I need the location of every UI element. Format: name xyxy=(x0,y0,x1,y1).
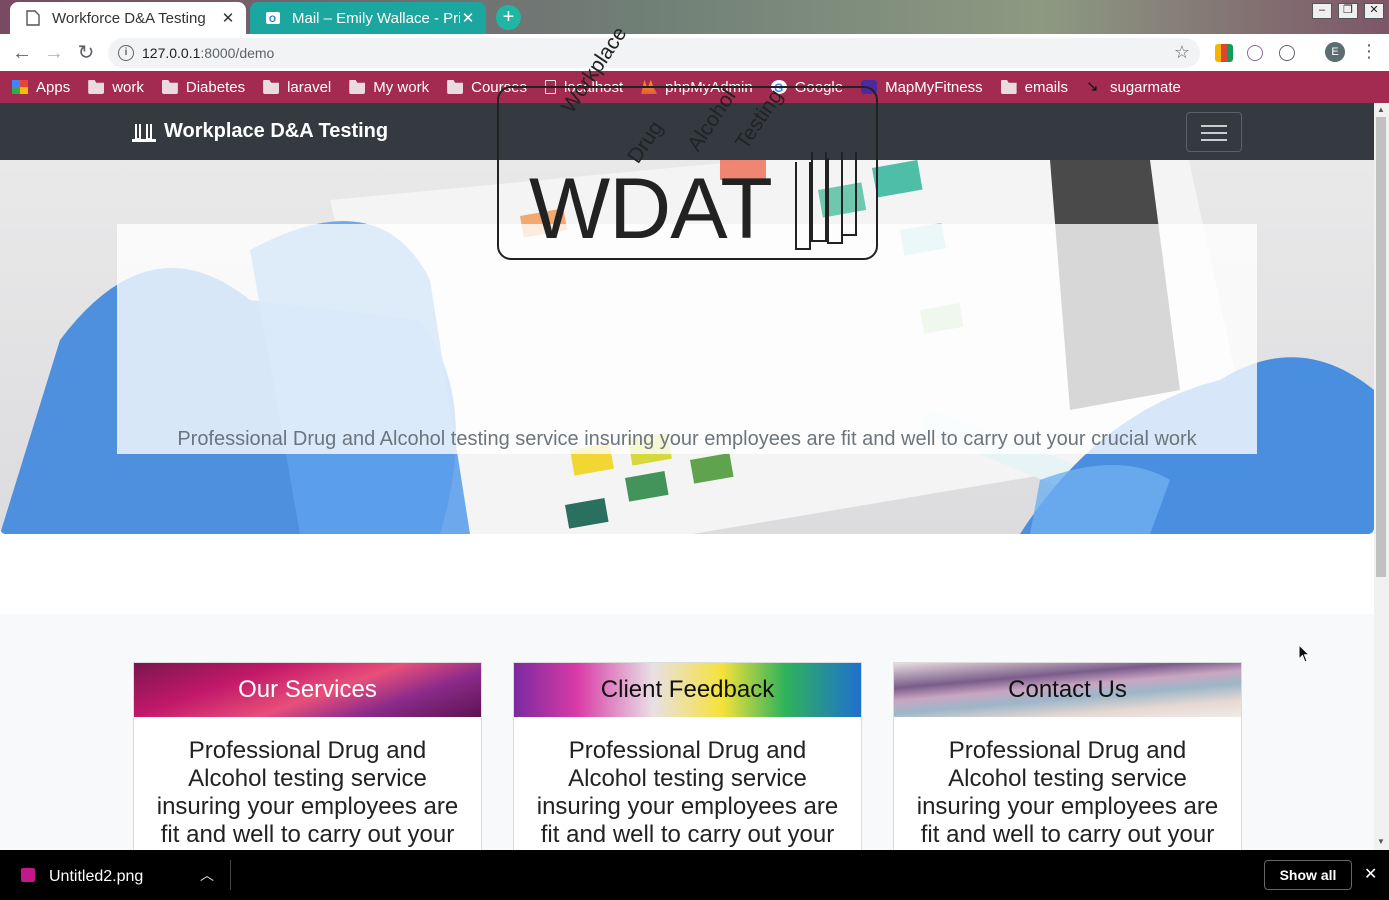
cards-section: Our Services Professional Drug and Alcoh… xyxy=(0,614,1374,862)
bookmark-laravel[interactable]: laravel xyxy=(263,79,331,96)
card-header[interactable]: Contact Us xyxy=(894,663,1241,717)
close-tab-icon[interactable]: ✕ xyxy=(460,9,476,27)
chevron-up-icon[interactable]: ︿ xyxy=(200,865,214,885)
close-tab-icon[interactable]: ✕ xyxy=(220,9,236,27)
tab-mail[interactable]: O Mail – Emily Wallace - Pric ✕ xyxy=(250,2,486,34)
bookmark-work[interactable]: work xyxy=(88,79,144,96)
navbar-toggler-button[interactable] xyxy=(1186,112,1242,152)
folder-icon xyxy=(263,80,280,94)
scrollbar-thumb[interactable] xyxy=(1376,117,1386,577)
close-icon[interactable]: ✕ xyxy=(1364,864,1377,884)
bookmark-mapmyfitness[interactable]: MapMyFitness xyxy=(861,79,983,96)
bookmark-emails[interactable]: emails xyxy=(1000,79,1068,96)
bookmark-sugarmate[interactable]: ↘ sugarmate xyxy=(1086,79,1181,96)
info-icon[interactable]: i xyxy=(118,45,134,61)
bookmark-diabetes[interactable]: Diabetes xyxy=(161,79,245,96)
extension-colorpick-icon[interactable] xyxy=(1215,44,1233,62)
apps-grid-icon xyxy=(12,80,28,94)
test-tubes-icon xyxy=(132,122,156,142)
url-text[interactable]: 127.0.0.1:8000/demo xyxy=(142,45,274,61)
back-arrow-icon[interactable]: ← xyxy=(10,41,34,65)
card-client-feedback: Client Feedback Professional Drug and Al… xyxy=(513,662,862,862)
forward-arrow-icon[interactable]: → xyxy=(42,41,66,65)
download-filename[interactable]: Untitled2.png xyxy=(49,868,143,886)
folder-icon xyxy=(88,80,105,94)
minimize-button[interactable]: – xyxy=(1312,3,1332,19)
show-all-button[interactable]: Show all xyxy=(1264,860,1352,890)
mouse-cursor-icon xyxy=(1298,644,1311,663)
wdat-logo: Workplace Drug Alcohol Testing WDAT xyxy=(497,23,878,260)
sugarmate-arrow-icon: ↘ xyxy=(1085,78,1099,95)
profile-avatar[interactable]: E xyxy=(1325,42,1345,62)
new-tab-button[interactable]: + xyxy=(496,5,521,30)
card-header[interactable]: Client Feedback xyxy=(514,663,861,717)
extension-icon[interactable] xyxy=(1247,45,1263,61)
tab-title: Workforce D&A Testing xyxy=(52,9,206,27)
scroll-down-arrow-icon[interactable]: ▼ xyxy=(1377,837,1385,846)
logo-word-alcohol: Alcohol xyxy=(683,85,741,156)
browser-toolbar: ← → ↻ i 127.0.0.1:8000/demo ☆ xyxy=(0,34,1389,71)
folder-icon xyxy=(1000,80,1017,94)
hero-tagline: Professional Drug and Alcohol testing se… xyxy=(177,428,1197,450)
logo-text: WDAT xyxy=(529,161,773,257)
bookmark-apps[interactable]: Apps xyxy=(12,79,70,96)
card-body: Professional Drug and Alcohol testing se… xyxy=(156,737,459,848)
folder-icon xyxy=(349,80,366,94)
tab-workforce[interactable]: Workforce D&A Testing ✕ xyxy=(10,2,246,34)
page-icon xyxy=(26,10,40,26)
page-scrollbar[interactable]: ▲ ▼ xyxy=(1374,103,1389,850)
folder-icon xyxy=(161,80,178,94)
address-bar[interactable]: i 127.0.0.1:8000/demo ☆ xyxy=(108,38,1200,68)
browser-titlebar: Workforce D&A Testing ✕ O Mail – Emily W… xyxy=(0,0,1389,34)
bookmark-star-icon[interactable]: ☆ xyxy=(1174,42,1190,63)
react-devtools-icon[interactable] xyxy=(1279,45,1295,61)
card-body: Professional Drug and Alcohol testing se… xyxy=(536,737,839,848)
outlook-icon: O xyxy=(266,12,280,24)
card-body: Professional Drug and Alcohol testing se… xyxy=(916,737,1219,848)
logo-word-testing: Testing xyxy=(731,85,788,154)
bookmark-my-work[interactable]: My work xyxy=(349,79,429,96)
image-file-icon xyxy=(21,868,35,882)
reload-icon[interactable]: ↻ xyxy=(74,41,98,65)
card-header[interactable]: Our Services xyxy=(134,663,481,717)
restore-button[interactable]: ❐ xyxy=(1338,3,1358,19)
tab-title: Mail – Emily Wallace - Pric xyxy=(292,9,460,27)
scroll-up-arrow-icon[interactable]: ▲ xyxy=(1377,105,1385,114)
brand-text: Workplace D&A Testing xyxy=(164,120,389,142)
close-window-button[interactable]: ✕ xyxy=(1364,3,1384,19)
folder-icon xyxy=(447,80,464,94)
svg-text:O: O xyxy=(269,14,276,24)
card-contact-us: Contact Us Professional Drug and Alcohol… xyxy=(893,662,1242,862)
menu-kebab-icon[interactable]: ⋮ xyxy=(1360,41,1378,62)
download-shelf: Untitled2.png ︿ Show all ✕ xyxy=(0,850,1389,900)
card-our-services: Our Services Professional Drug and Alcoh… xyxy=(133,662,482,862)
divider xyxy=(230,860,231,890)
site-brand[interactable]: Workplace D&A Testing xyxy=(132,120,388,143)
